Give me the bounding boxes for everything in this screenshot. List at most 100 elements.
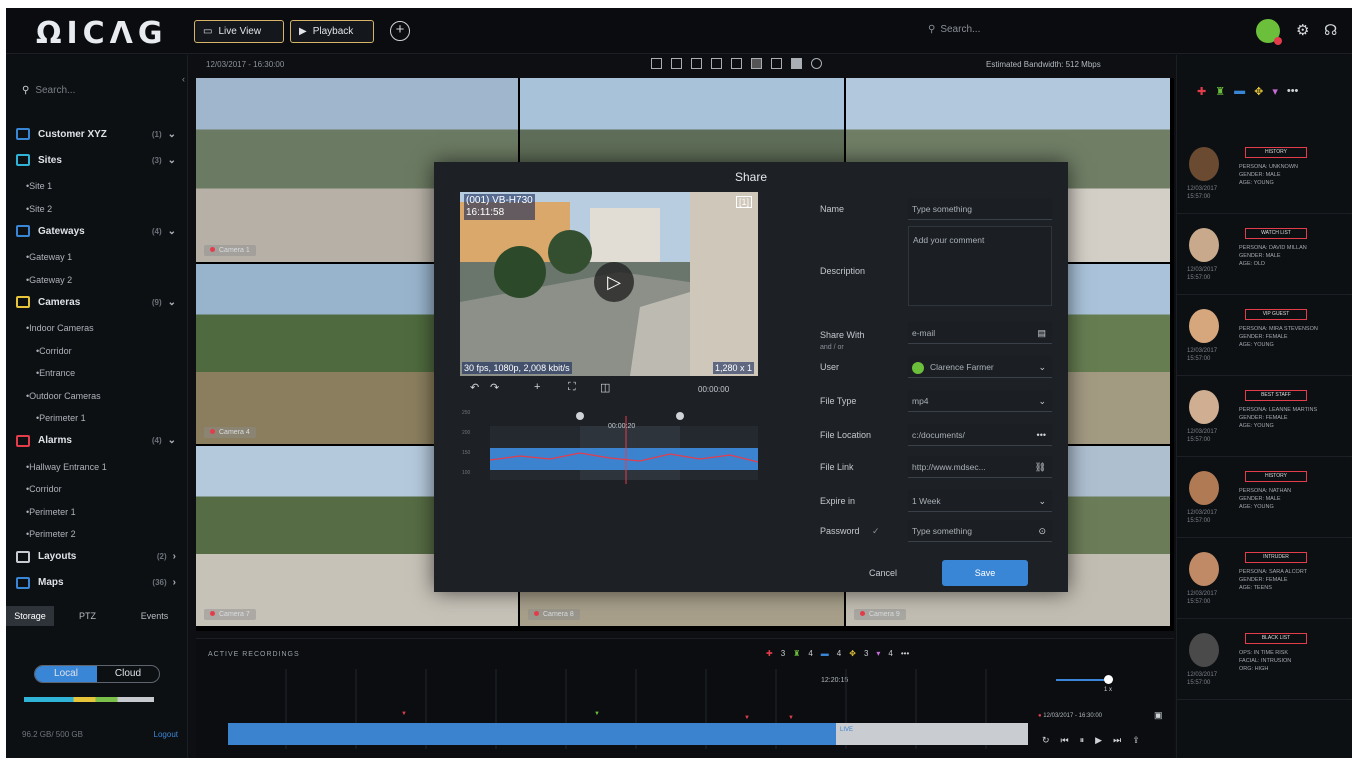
vehicle-icon[interactable]: ▬: [821, 649, 829, 658]
sidebar-item[interactable]: • Indoor Cameras: [16, 319, 176, 337]
calendar-icon[interactable]: ▣: [1154, 710, 1163, 721]
speed-slider-handle[interactable]: [1104, 675, 1113, 684]
move-icon[interactable]: ✥: [849, 649, 856, 658]
playback-button[interactable]: ▶ Playback: [290, 20, 374, 43]
more-icon[interactable]: •••: [1037, 424, 1046, 446]
save-button[interactable]: Save: [942, 560, 1028, 586]
top-search[interactable]: ⚲ Search...: [928, 24, 980, 35]
event-card[interactable]: 12/03/2017 15:57:00 WATCH LIST PERSONA: DA…: [1177, 228, 1352, 295]
chevron-down-icon[interactable]: ⌄: [168, 226, 176, 237]
play-icon[interactable]: ▶: [1095, 735, 1102, 746]
layout-2x2-icon[interactable]: [671, 58, 682, 69]
user-select[interactable]: Clarence Farmer ⌄: [908, 356, 1052, 378]
file-link-input[interactable]: http://www.mdsec... ⛓: [908, 456, 1052, 478]
sidebar-item[interactable]: • Outdoor Cameras: [16, 387, 176, 405]
sidebar-item[interactable]: • Corridor: [16, 480, 176, 498]
sidebar-item[interactable]: Layouts (2) ›: [16, 548, 176, 566]
user-avatar[interactable]: [1256, 19, 1282, 45]
skip-back-icon[interactable]: ⏮: [1061, 735, 1069, 746]
name-input[interactable]: Type something: [908, 198, 1052, 220]
gear-icon[interactable]: ⚙: [1296, 21, 1309, 39]
timeline-marker[interactable]: ▼: [744, 715, 750, 721]
sidebar-item[interactable]: • Site 1: [16, 177, 176, 195]
more-icon[interactable]: •••: [1287, 85, 1299, 98]
headset-icon[interactable]: ☊: [1324, 21, 1337, 39]
sidebar-item[interactable]: Sites (3) ⌄: [16, 151, 176, 169]
chevron-down-icon[interactable]: ⌄: [168, 129, 176, 140]
layout-1p7-icon[interactable]: [731, 58, 742, 69]
person-alert-icon[interactable]: ✚: [766, 649, 773, 658]
clip-range-chart[interactable]: 250 200 150 100 00:00:20: [460, 406, 759, 496]
add-tab-icon[interactable]: +: [390, 21, 410, 41]
event-card[interactable]: 12/03/2017 15:57:00 VIP GUEST PERSONA: MIR…: [1177, 309, 1352, 376]
event-card[interactable]: 12/03/2017 15:57:00 BLACK LIST OPS: IN TIM…: [1177, 633, 1352, 700]
password-input[interactable]: Type something ⊙: [908, 520, 1052, 542]
layout-1x1-icon[interactable]: [651, 58, 662, 69]
move-icon[interactable]: ✥: [1254, 85, 1263, 98]
local-option[interactable]: Local: [35, 666, 97, 682]
speed-slider[interactable]: [1056, 679, 1108, 681]
sidebar-item[interactable]: Alarms (4) ⌄: [16, 432, 176, 450]
layout-4x4-icon[interactable]: [791, 58, 802, 69]
play-icon[interactable]: ▷: [594, 262, 634, 302]
sidebar-item[interactable]: • Gateway 2: [16, 271, 176, 289]
face-icon[interactable]: ♜: [1215, 85, 1225, 98]
sidebar-item[interactable]: Gateways (4) ⌄: [16, 222, 176, 240]
chevron-down-icon[interactable]: ⌄: [168, 297, 176, 308]
timeline-marker[interactable]: ▼: [401, 711, 407, 717]
layout-1p3-icon[interactable]: [691, 58, 702, 69]
event-card[interactable]: 12/03/2017 15:57:00 HISTORY PERSONA: UNKNO…: [1177, 147, 1352, 214]
live-view-button[interactable]: ▭ Live View: [194, 20, 284, 43]
share-with-input[interactable]: e-mail ▤: [908, 322, 1052, 344]
tab-ptz[interactable]: PTZ: [54, 611, 121, 621]
undo-icon[interactable]: ↶: [470, 381, 479, 394]
tab-events[interactable]: Events: [121, 611, 188, 621]
tab-storage[interactable]: Storage: [6, 606, 54, 626]
timeline-marker[interactable]: ▼: [594, 711, 600, 717]
pause-icon[interactable]: ⏸: [1080, 735, 1085, 746]
lock-icon[interactable]: ⊙: [1038, 520, 1046, 542]
chevron-down-icon[interactable]: ⌄: [168, 435, 176, 446]
link-icon[interactable]: ⛓: [1035, 456, 1046, 478]
skip-forward-icon[interactable]: ⏭: [1113, 735, 1121, 746]
split-icon[interactable]: ◫: [600, 381, 610, 394]
cancel-button[interactable]: Cancel: [844, 560, 922, 586]
sidebar-item[interactable]: Cameras (9) ⌄: [16, 293, 176, 311]
contact-card-icon[interactable]: ▤: [1037, 322, 1046, 344]
layout-settings-icon[interactable]: [811, 58, 822, 69]
description-textarea[interactable]: Add your comment: [908, 226, 1052, 306]
mask-icon[interactable]: ▾: [1272, 85, 1278, 98]
sidebar-item[interactable]: • Perimeter 2: [16, 525, 176, 543]
sidebar-item[interactable]: • Corridor: [16, 342, 176, 360]
file-type-select[interactable]: mp4 ⌄: [908, 390, 1052, 412]
person-alert-icon[interactable]: ✚: [1197, 85, 1206, 98]
logout-link[interactable]: Logout: [154, 730, 178, 739]
sidebar-item[interactable]: • Site 2: [16, 200, 176, 218]
export-icon[interactable]: ⇪: [1132, 735, 1140, 746]
mask-icon[interactable]: ▾: [876, 649, 880, 658]
event-card[interactable]: 12/03/2017 15:57:00 INTRUDER PERSONA: SARA…: [1177, 552, 1352, 619]
sidebar-item[interactable]: • Gateway 1: [16, 248, 176, 266]
storage-toggle[interactable]: Local Cloud: [34, 665, 160, 683]
fullscreen-icon[interactable]: ⛶: [568, 381, 576, 394]
face-icon[interactable]: ♜: [793, 649, 800, 658]
collapse-left-icon[interactable]: ‹: [182, 74, 185, 84]
chevron-down-icon[interactable]: ⌄: [168, 155, 176, 166]
event-card[interactable]: 12/03/2017 15:57:00 BEST STAFF PERSONA: LE…: [1177, 390, 1352, 457]
sidebar-item[interactable]: • Hallway Entrance 1: [16, 458, 176, 476]
sidebar-item[interactable]: Customer XYZ (1) ⌄: [16, 125, 176, 143]
layout-1p12-icon[interactable]: [751, 58, 762, 69]
more-icon[interactable]: •••: [901, 649, 909, 658]
add-icon[interactable]: +: [534, 381, 540, 393]
chevron-right-icon[interactable]: ›: [173, 577, 176, 588]
sidebar-item[interactable]: • Perimeter 1: [16, 409, 176, 427]
redo-icon[interactable]: ↷: [490, 381, 499, 394]
layout-3x3-icon[interactable]: [771, 58, 782, 69]
chevron-right-icon[interactable]: ›: [173, 551, 176, 562]
layout-1p5-icon[interactable]: [711, 58, 722, 69]
loop-icon[interactable]: ↻: [1042, 735, 1050, 746]
sidebar-search-input[interactable]: ⚲ Search...: [22, 77, 162, 103]
cloud-option[interactable]: Cloud: [97, 666, 159, 682]
sidebar-item[interactable]: • Entrance: [16, 364, 176, 382]
vehicle-icon[interactable]: ▬: [1234, 85, 1245, 98]
